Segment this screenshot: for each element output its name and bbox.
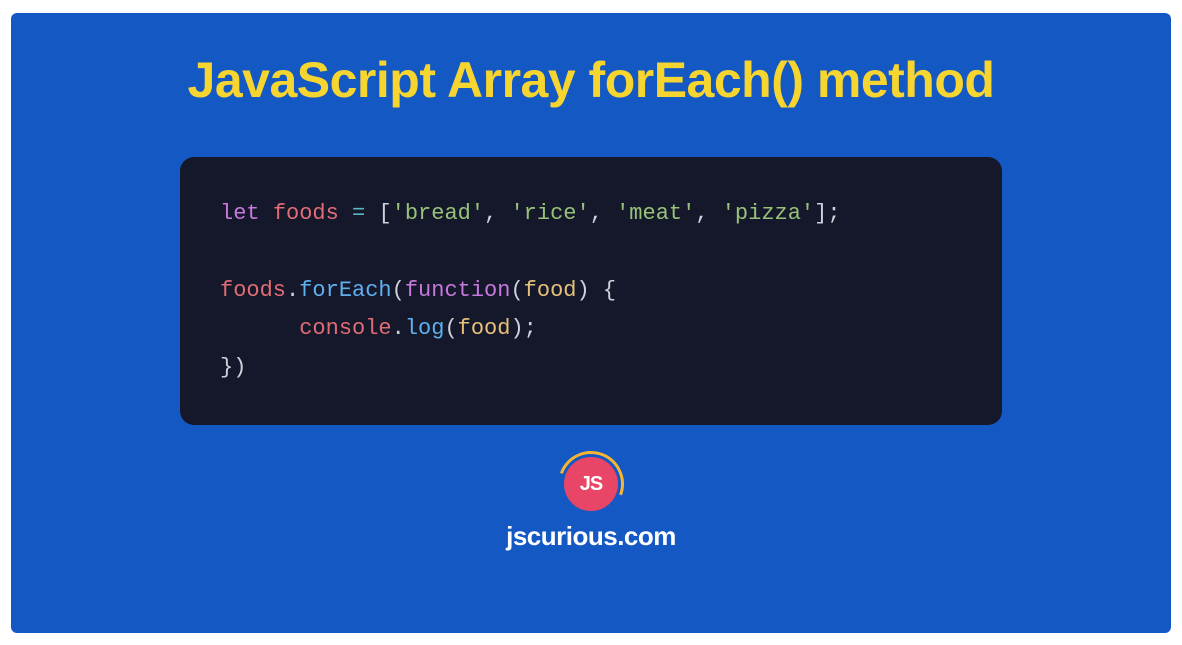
- code-token-string: 'pizza': [722, 201, 814, 226]
- code-token-keyword: let: [220, 201, 260, 226]
- code-token-punc: ,: [695, 201, 708, 226]
- code-token-variable: foods: [220, 278, 286, 303]
- site-url: jscurious.com: [506, 521, 676, 552]
- code-token-punc: {: [603, 278, 616, 303]
- code-token-param: food: [524, 278, 577, 303]
- code-token-punc: (: [392, 278, 405, 303]
- code-content: let foods = ['bread', 'rice', 'meat', 'p…: [220, 195, 962, 388]
- code-token-punc: ,: [484, 201, 497, 226]
- code-token-punc: .: [286, 278, 299, 303]
- code-token-method: log: [405, 316, 445, 341]
- code-token-punc: (: [444, 316, 457, 341]
- footer: JS jscurious.com: [506, 457, 676, 552]
- site-logo: JS: [564, 457, 618, 511]
- code-indent: [220, 316, 299, 341]
- page-title: JavaScript Array forEach() method: [188, 51, 995, 109]
- code-token-punc: }): [220, 355, 246, 380]
- code-token-method: forEach: [299, 278, 391, 303]
- code-token-punc: (: [510, 278, 523, 303]
- code-token-string: 'bread': [392, 201, 484, 226]
- promo-card: JavaScript Array forEach() method let fo…: [11, 13, 1171, 633]
- code-token-variable: foods: [273, 201, 339, 226]
- code-token-punc: [: [378, 201, 391, 226]
- code-token-punc: ,: [590, 201, 603, 226]
- code-token-punc: ): [576, 278, 589, 303]
- logo-text: JS: [580, 473, 602, 496]
- code-block: let foods = ['bread', 'rice', 'meat', 'p…: [180, 157, 1002, 426]
- code-token-punc: ];: [814, 201, 840, 226]
- code-token-function: function: [405, 278, 511, 303]
- code-token-string: 'rice': [510, 201, 589, 226]
- code-token-variable: console: [299, 316, 391, 341]
- code-token-param: food: [458, 316, 511, 341]
- code-token-operator: =: [352, 201, 365, 226]
- code-token-string: 'meat': [616, 201, 695, 226]
- code-token-punc: .: [392, 316, 405, 341]
- code-token-punc: );: [510, 316, 536, 341]
